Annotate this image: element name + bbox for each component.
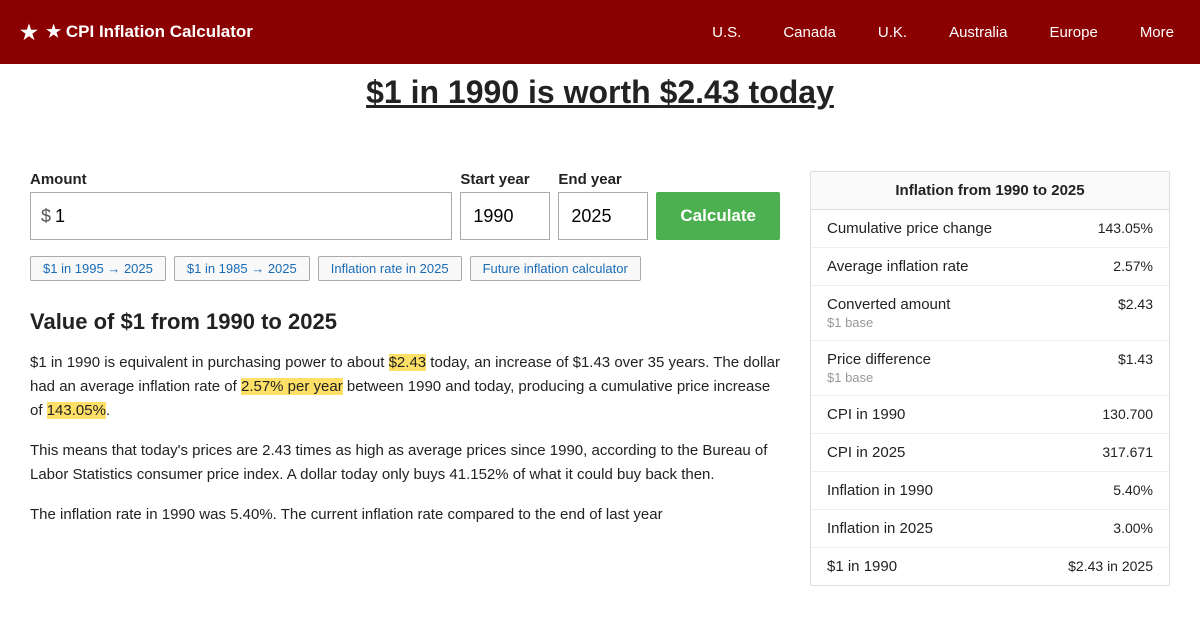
row-label: $1 in 1990 (827, 558, 897, 575)
amount-input[interactable] (55, 206, 441, 227)
table-row: Converted amount $1 base $2.43 (811, 286, 1169, 341)
description-paragraph-2: This means that today's prices are 2.43 … (30, 439, 780, 487)
amount-group: Amount $ (30, 171, 452, 240)
star-icon: ★ (20, 20, 38, 45)
title-prefix: $1 in 1990 is worth (366, 74, 659, 110)
para1-value3: 143.05% (47, 402, 106, 419)
nav-uk[interactable]: U.K. (872, 20, 913, 45)
row-sublabel: $1 base (827, 370, 931, 385)
para1-value1: $2.43 (389, 354, 427, 371)
table-row: CPI in 2025 317.671 (811, 434, 1169, 472)
quick-link-1985[interactable]: $1 in 1985 → 2025 (174, 256, 310, 281)
nav-australia[interactable]: Australia (943, 20, 1013, 45)
nav-canada[interactable]: Canada (777, 20, 842, 45)
row-label: Average inflation rate (827, 258, 968, 275)
nav-more[interactable]: More (1134, 20, 1180, 45)
start-year-group: Start year (460, 171, 550, 240)
para1-final: . (106, 402, 110, 419)
row-value: $1.43 (1118, 351, 1153, 367)
description-paragraph-3: The inflation rate in 1990 was 5.40%. Th… (30, 503, 780, 527)
row-label-text: Price difference (827, 351, 931, 368)
quick-link-inflation[interactable]: Inflation rate in 2025 (318, 256, 462, 281)
para1-value2: 2.57% per year (241, 378, 343, 395)
row-label: Price difference $1 base (827, 351, 931, 385)
row-sublabel: $1 base (827, 315, 950, 330)
row-label: CPI in 2025 (827, 444, 905, 461)
main-content: Amount $ Start year End year Calculate $… (0, 151, 1200, 606)
value-section-title: Value of $1 from 1990 to 2025 (30, 309, 780, 335)
title-suffix: today (740, 74, 834, 110)
table-row: CPI in 1990 130.700 (811, 396, 1169, 434)
amount-input-wrapper: $ (30, 192, 452, 240)
nav-europe[interactable]: Europe (1043, 20, 1103, 45)
quick-link-future[interactable]: Future inflation calculator (470, 256, 641, 281)
right-panel: Inflation from 1990 to 2025 Cumulative p… (810, 171, 1170, 586)
row-value: 130.700 (1102, 406, 1153, 422)
left-panel: Amount $ Start year End year Calculate $… (30, 171, 780, 586)
dollar-sign: $ (41, 206, 51, 227)
table-row: $1 in 1990 $2.43 in 2025 (811, 548, 1169, 585)
row-value: $2.43 in 2025 (1068, 558, 1153, 574)
row-label-text: Inflation in 1990 (827, 482, 933, 499)
row-label-text: Inflation in 2025 (827, 520, 933, 537)
row-label: Inflation in 1990 (827, 482, 933, 499)
inflation-table-title: Inflation from 1990 to 2025 (811, 172, 1169, 210)
end-year-group: End year (558, 171, 648, 240)
row-label-text: Average inflation rate (827, 258, 968, 275)
end-year-input[interactable] (558, 192, 648, 240)
row-value: 3.00% (1113, 520, 1153, 536)
calculator-form: Amount $ Start year End year Calculate (30, 171, 780, 240)
nav-us[interactable]: U.S. (706, 20, 747, 45)
end-year-label: End year (558, 171, 648, 188)
description-paragraph-1: $1 in 1990 is equivalent in purchasing p… (30, 351, 780, 423)
table-row: Inflation in 2025 3.00% (811, 510, 1169, 548)
site-title: ★ CPI Inflation Calculator (46, 22, 253, 42)
calculate-button[interactable]: Calculate (656, 192, 780, 240)
row-label-text: CPI in 1990 (827, 406, 905, 423)
row-label-text: $1 in 1990 (827, 558, 897, 575)
row-label: Cumulative price change (827, 220, 992, 237)
quick-link-1995[interactable]: $1 in 1995 → 2025 (30, 256, 166, 281)
row-label: CPI in 1990 (827, 406, 905, 423)
header: ★ ★ CPI Inflation Calculator U.S. Canada… (0, 0, 1200, 64)
row-label: Converted amount $1 base (827, 296, 950, 330)
row-label-text: Converted amount (827, 296, 950, 313)
table-row: Price difference $1 base $1.43 (811, 341, 1169, 396)
site-logo: ★ ★ CPI Inflation Calculator (20, 20, 706, 45)
row-value: 143.05% (1098, 220, 1153, 236)
start-year-input[interactable] (460, 192, 550, 240)
row-value: 2.57% (1113, 258, 1153, 274)
row-value: $2.43 (1118, 296, 1153, 312)
table-row: Inflation in 1990 5.40% (811, 472, 1169, 510)
start-year-label: Start year (460, 171, 550, 188)
amount-label: Amount (30, 171, 452, 188)
main-nav: U.S. Canada U.K. Australia Europe More (706, 20, 1180, 45)
row-value: 5.40% (1113, 482, 1153, 498)
row-label-text: Cumulative price change (827, 220, 992, 237)
row-value: 317.671 (1102, 444, 1153, 460)
row-label-text: CPI in 2025 (827, 444, 905, 461)
page-title: $1 in 1990 is worth $2.43 today (0, 64, 1200, 121)
row-label: Inflation in 2025 (827, 520, 933, 537)
inflation-table: Inflation from 1990 to 2025 Cumulative p… (810, 171, 1170, 586)
table-row: Cumulative price change 143.05% (811, 210, 1169, 248)
para1-start: $1 in 1990 is equivalent in purchasing p… (30, 354, 389, 371)
title-value: $2.43 (660, 74, 740, 110)
quick-links: $1 in 1995 → 2025 $1 in 1985 → 2025 Infl… (30, 256, 780, 281)
table-row: Average inflation rate 2.57% (811, 248, 1169, 286)
